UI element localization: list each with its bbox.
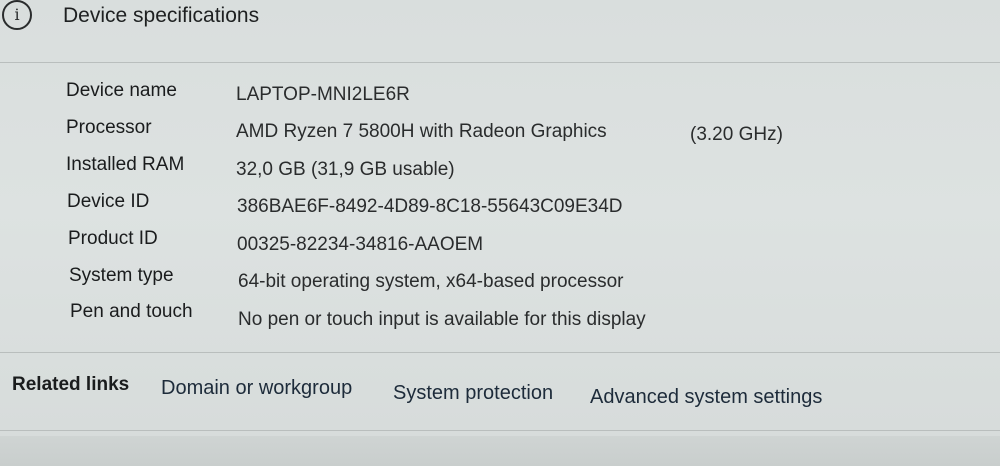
spec-label: Processor	[66, 117, 152, 138]
spec-row-device-id: Device ID 386BAE6F-8492-4D89-8C18-55643C…	[0, 191, 1000, 227]
spec-row-product-id: Product ID 00325-82234-34816-AAOEM	[0, 228, 1000, 264]
divider-top	[0, 62, 1000, 63]
spec-value: 386BAE6F-8492-4D89-8C18-55643C09E34D	[237, 196, 623, 217]
spec-row-pen-and-touch: Pen and touch No pen or touch input is a…	[0, 301, 1000, 337]
spec-value: 64-bit operating system, x64-based proce…	[238, 271, 624, 292]
advanced-system-settings-link[interactable]: Advanced system settings	[590, 386, 822, 409]
info-icon: i	[2, 0, 32, 30]
processor-speed: (3.20 GHz)	[690, 124, 783, 145]
spec-row-system-type: System type 64-bit operating system, x64…	[0, 265, 1000, 301]
related-links-bar: Related links Domain or workgroup System…	[0, 368, 1000, 418]
bottom-strip	[0, 436, 1000, 466]
divider-middle	[0, 352, 1000, 353]
spec-value: AMD Ryzen 7 5800H with Radeon Graphics	[236, 121, 607, 142]
divider-bottom	[0, 430, 1000, 431]
spec-label: Installed RAM	[66, 154, 185, 175]
spec-label: Device name	[66, 80, 177, 101]
spec-value: 32,0 GB (31,9 GB usable)	[236, 159, 455, 180]
spec-row-processor: Processor AMD Ryzen 7 5800H with Radeon …	[0, 117, 1000, 153]
spec-label: Device ID	[67, 191, 150, 212]
spec-row-device-name: Device name LAPTOP-MNI2LE6R	[0, 80, 1000, 116]
spec-value: 00325-82234-34816-AAOEM	[237, 234, 484, 255]
spec-row-installed-ram: Installed RAM 32,0 GB (31,9 GB usable)	[0, 154, 1000, 190]
spec-label: System type	[69, 265, 174, 286]
domain-or-workgroup-link[interactable]: Domain or workgroup	[161, 377, 352, 400]
system-protection-link[interactable]: System protection	[393, 382, 553, 405]
spec-label: Product ID	[68, 228, 158, 249]
spec-value: LAPTOP-MNI2LE6R	[236, 84, 410, 105]
device-specifications-header[interactable]: i Device specifications	[0, 0, 1000, 52]
related-links-title: Related links	[12, 374, 130, 395]
spec-value: No pen or touch input is available for t…	[238, 309, 646, 330]
spec-label: Pen and touch	[70, 301, 193, 322]
section-title: Device specifications	[63, 4, 260, 27]
